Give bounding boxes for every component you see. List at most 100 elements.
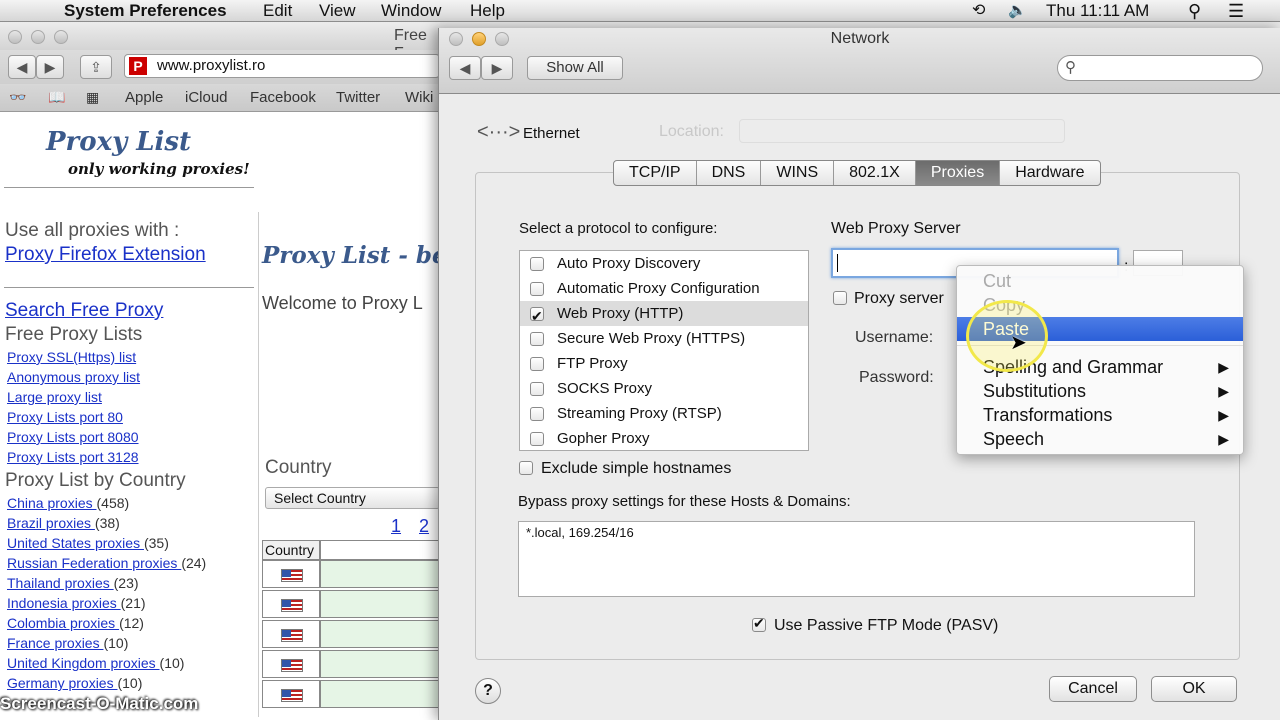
list-item[interactable]: Streaming Proxy (RTSP) bbox=[520, 401, 808, 426]
menu-item-substitutions[interactable]: Substitutions ▶ bbox=[957, 379, 1243, 403]
country-select[interactable]: Select Country bbox=[265, 487, 440, 509]
ok-button[interactable]: OK bbox=[1151, 676, 1237, 702]
cursor-highlight bbox=[966, 300, 1048, 372]
volume-icon[interactable]: 🔈 bbox=[1008, 0, 1027, 22]
menu-app-name[interactable]: System Preferences bbox=[64, 0, 227, 22]
country-link[interactable]: China proxies (458) bbox=[7, 495, 129, 511]
bookmark-apple[interactable]: Apple bbox=[125, 89, 163, 106]
list-link[interactable]: Proxy Lists port 3128 bbox=[7, 449, 139, 465]
site-logo-subtitle: only working proxies! bbox=[68, 160, 250, 178]
prefs-search-input[interactable]: ⚲ bbox=[1057, 55, 1263, 81]
firefox-extension-link[interactable]: Proxy Firefox Extension bbox=[5, 244, 206, 266]
tab-tcpip[interactable]: TCP/IP bbox=[614, 161, 697, 185]
page-link-1[interactable]: 1 bbox=[391, 516, 401, 537]
menu-view[interactable]: View bbox=[319, 0, 356, 22]
country-link[interactable]: Indonesia proxies (21) bbox=[7, 595, 146, 611]
advanced-tabs: TCP/IP DNS WINS 802.1X Proxies Hardware bbox=[613, 160, 1101, 186]
table-cell bbox=[320, 620, 440, 648]
network-titlebar: Network ◀ ▶ Show All ⚲ bbox=[439, 28, 1280, 94]
list-item[interactable]: Auto Proxy Discovery bbox=[520, 251, 808, 276]
time-machine-icon[interactable]: ⟲ bbox=[972, 0, 985, 22]
table-cell bbox=[320, 590, 440, 618]
browser-close-button[interactable] bbox=[8, 30, 22, 44]
list-link[interactable]: Proxy Lists port 8080 bbox=[7, 429, 139, 445]
country-link[interactable]: United States proxies (35) bbox=[7, 535, 169, 551]
country-link[interactable]: Brazil proxies (38) bbox=[7, 515, 120, 531]
menu-window[interactable]: Window bbox=[381, 0, 441, 22]
show-all-button[interactable]: Show All bbox=[527, 56, 623, 80]
submenu-arrow-icon: ▶ bbox=[1218, 359, 1229, 375]
country-link[interactable]: Russian Federation proxies (24) bbox=[7, 555, 206, 571]
help-button[interactable]: ? bbox=[475, 678, 501, 704]
top-sites-icon[interactable]: ▦ bbox=[86, 89, 99, 106]
list-item[interactable]: Secure Web Proxy (HTTPS) bbox=[520, 326, 808, 351]
protocol-checkbox[interactable] bbox=[530, 432, 544, 446]
bookmark-twitter[interactable]: Twitter bbox=[336, 89, 380, 106]
bookmarks-icon[interactable]: 📖 bbox=[48, 89, 65, 106]
site-favicon-icon: P bbox=[129, 57, 147, 75]
menu-item-cut[interactable]: Cut bbox=[957, 269, 1243, 293]
protocol-checkbox[interactable] bbox=[530, 304, 544, 329]
tab-proxies[interactable]: Proxies bbox=[915, 161, 1001, 185]
tab-hardware[interactable]: Hardware bbox=[1000, 161, 1099, 185]
protocol-checkbox[interactable] bbox=[530, 357, 544, 371]
country-link[interactable]: Thailand proxies (23) bbox=[7, 575, 139, 591]
table-cell bbox=[320, 680, 440, 708]
proxy-requires-password-checkbox[interactable] bbox=[833, 291, 847, 305]
divider bbox=[4, 187, 254, 188]
country-link[interactable]: France proxies (10) bbox=[7, 635, 128, 651]
prefs-back-button[interactable]: ◀ bbox=[449, 56, 481, 80]
back-button[interactable]: ◀ bbox=[8, 55, 36, 79]
protocol-checkbox[interactable] bbox=[530, 332, 544, 346]
password-label: Password: bbox=[859, 369, 934, 386]
reading-list-icon[interactable]: 👓 bbox=[9, 89, 26, 106]
clock[interactable]: Thu 11:11 AM bbox=[1046, 0, 1149, 22]
list-item[interactable]: SOCKS Proxy bbox=[520, 376, 808, 401]
bookmark-facebook[interactable]: Facebook bbox=[250, 89, 316, 106]
exclude-simple-hostnames-checkbox[interactable] bbox=[519, 461, 533, 475]
spotlight-icon[interactable]: ⚲ bbox=[1188, 0, 1201, 22]
list-link[interactable]: Large proxy list bbox=[7, 389, 102, 405]
browser-minimize-button[interactable] bbox=[31, 30, 45, 44]
table-cell bbox=[320, 560, 440, 588]
list-item[interactable]: Automatic Proxy Configuration bbox=[520, 276, 808, 301]
list-link[interactable]: Proxy SSL(Https) list bbox=[7, 349, 136, 365]
page-link-2[interactable]: 2 bbox=[419, 516, 429, 537]
tab-wins[interactable]: WINS bbox=[761, 161, 835, 185]
protocol-checkbox[interactable] bbox=[530, 257, 544, 271]
browser-zoom-button[interactable] bbox=[54, 30, 68, 44]
tab-8021x[interactable]: 802.1X bbox=[834, 161, 916, 185]
notification-center-icon[interactable]: ☰ bbox=[1228, 0, 1244, 22]
menu-help[interactable]: Help bbox=[470, 0, 505, 22]
prefs-forward-button[interactable]: ▶ bbox=[481, 56, 513, 80]
protocol-checkbox[interactable] bbox=[530, 407, 544, 421]
menu-item-speech[interactable]: Speech ▶ bbox=[957, 427, 1243, 451]
menu-edit[interactable]: Edit bbox=[263, 0, 292, 22]
list-link[interactable]: Proxy Lists port 80 bbox=[7, 409, 123, 425]
search-free-proxy-link[interactable]: Search Free Proxy bbox=[5, 300, 163, 322]
forward-button[interactable]: ▶ bbox=[36, 55, 64, 79]
list-item[interactable]: Gopher Proxy bbox=[520, 426, 808, 451]
passive-ftp-checkbox[interactable] bbox=[752, 615, 766, 632]
country-link[interactable]: Germany proxies (10) bbox=[7, 675, 142, 691]
bookmark-wiki[interactable]: Wiki bbox=[405, 89, 433, 106]
protocol-heading: Select a protocol to configure: bbox=[519, 220, 718, 237]
bypass-hosts-textarea[interactable]: *.local, 169.254/16 bbox=[518, 521, 1195, 597]
protocol-checkbox[interactable] bbox=[530, 382, 544, 396]
bookmark-icloud[interactable]: iCloud bbox=[185, 89, 228, 106]
table-header-cell bbox=[320, 540, 440, 560]
country-link[interactable]: United Kingdom proxies (10) bbox=[7, 655, 184, 671]
country-link[interactable]: Colombia proxies (12) bbox=[7, 615, 144, 631]
menu-bar: System Preferences Edit View Window Help… bbox=[0, 0, 1280, 22]
site-logo-title[interactable]: Proxy List bbox=[46, 127, 191, 157]
list-link[interactable]: Anonymous proxy list bbox=[7, 369, 140, 385]
list-item[interactable]: FTP Proxy bbox=[520, 351, 808, 376]
tab-dns[interactable]: DNS bbox=[697, 161, 762, 185]
share-icon[interactable]: ⇪ bbox=[80, 55, 112, 79]
protocol-checkbox[interactable] bbox=[530, 282, 544, 296]
address-bar[interactable]: P www.proxylist.ro bbox=[124, 54, 440, 78]
list-item[interactable]: Web Proxy (HTTP) bbox=[520, 301, 808, 329]
cancel-button[interactable]: Cancel bbox=[1049, 676, 1137, 702]
table-row bbox=[262, 650, 320, 678]
menu-item-transformations[interactable]: Transformations ▶ bbox=[957, 403, 1243, 427]
